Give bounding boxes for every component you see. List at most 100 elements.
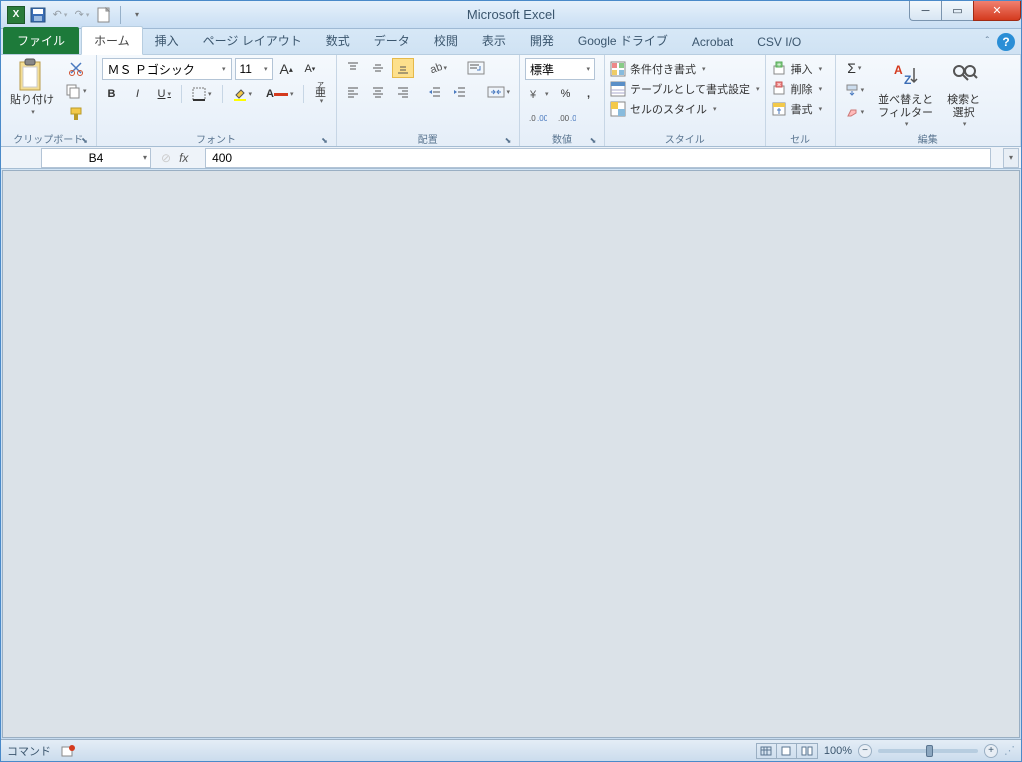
close-button[interactable]: ✕ xyxy=(973,1,1021,21)
minimize-button[interactable]: ─ xyxy=(909,1,941,21)
number-launcher-icon[interactable]: ⬊ xyxy=(587,134,599,146)
resize-grip-icon[interactable]: ⋰ xyxy=(1004,744,1015,757)
align-middle-button[interactable] xyxy=(367,58,389,78)
font-launcher-icon[interactable]: ⬊ xyxy=(319,134,331,146)
find-select-button[interactable]: 検索と 選択▾ xyxy=(943,58,984,131)
percent-button[interactable]: % xyxy=(556,84,576,104)
tab-acrobat[interactable]: Acrobat xyxy=(680,30,745,54)
zoom-out-button[interactable]: − xyxy=(858,744,872,758)
page-layout-view-button[interactable] xyxy=(777,744,797,758)
comma-button[interactable]: , xyxy=(579,84,599,104)
svg-text:.0: .0 xyxy=(529,114,536,123)
tab-developer[interactable]: 開発 xyxy=(518,27,566,54)
group-editing: Σ▾ ▾ ▾ AZ 並べ替えと フィルター▾ 検索と 選択▾ 編集 xyxy=(836,55,1021,146)
zoom-level[interactable]: 100% xyxy=(824,745,852,757)
accounting-format-button[interactable]: ¥▾ xyxy=(525,84,553,104)
fill-button[interactable]: ▾ xyxy=(841,80,869,100)
font-size-combo[interactable]: 11▾ xyxy=(235,58,273,80)
name-box[interactable]: B4 ▾ xyxy=(41,148,151,168)
paste-button[interactable]: 貼り付け ▾ xyxy=(6,58,58,119)
zoom-in-button[interactable]: + xyxy=(984,744,998,758)
autosum-button[interactable]: Σ▾ xyxy=(841,58,869,78)
tab-home[interactable]: ホーム xyxy=(81,26,143,55)
maximize-button[interactable]: ▭ xyxy=(941,1,973,21)
tab-formulas[interactable]: 数式 xyxy=(314,27,362,54)
cells-label: セル xyxy=(790,131,810,146)
help-button[interactable]: ? xyxy=(997,33,1015,51)
alignment-label: 配置 xyxy=(418,131,438,146)
align-left-button[interactable] xyxy=(342,82,364,102)
delete-cells-button[interactable]: × 削除▾ xyxy=(771,80,823,98)
tab-data[interactable]: データ xyxy=(362,27,422,54)
formula-expand-icon[interactable]: ▾ xyxy=(1003,148,1019,168)
merge-center-button[interactable]: ▾ xyxy=(483,82,515,102)
format-as-table-button[interactable]: テーブルとして書式設定▾ xyxy=(610,80,760,98)
underline-button[interactable]: U▾ xyxy=(154,84,175,104)
group-font: ＭＳ Ｐゴシック▾ 11▾ A▴ A▾ B I U▾ ▾ ▾ A▾ ア亜▾ xyxy=(97,55,337,146)
align-top-button[interactable] xyxy=(342,58,364,78)
fill-color-button[interactable]: ▾ xyxy=(229,84,257,104)
format-cells-button[interactable]: 書式▾ xyxy=(771,100,823,118)
quick-access-toolbar: X ↶▾ ↷▾ ▾ xyxy=(1,6,146,24)
orientation-button[interactable]: ab▾ xyxy=(424,58,452,78)
qat-customize-icon[interactable]: ▾ xyxy=(128,6,146,24)
svg-text:ab: ab xyxy=(428,61,441,75)
tab-csv-io[interactable]: CSV I/O xyxy=(745,30,813,54)
format-painter-button[interactable] xyxy=(61,104,91,124)
window-controls: ─ ▭ ✕ xyxy=(909,1,1021,21)
tab-review[interactable]: 校閲 xyxy=(422,27,470,54)
decrease-indent-button[interactable] xyxy=(424,82,446,102)
font-label: フォント xyxy=(196,131,236,146)
minimize-ribbon-icon[interactable]: ˆ xyxy=(986,33,989,51)
zoom-slider[interactable] xyxy=(878,749,978,753)
decrease-font-button[interactable]: A▾ xyxy=(300,59,320,79)
border-button[interactable]: ▾ xyxy=(188,84,216,104)
bold-button[interactable]: B xyxy=(102,84,122,104)
group-styles: 条件付き書式▾ テーブルとして書式設定▾ セルのスタイル▾ スタイル xyxy=(605,55,766,146)
wrap-text-button[interactable] xyxy=(463,58,489,78)
excel-window: X ↶▾ ↷▾ ▾ Microsoft Excel ─ ▭ ✕ ファイル ホーム… xyxy=(0,0,1022,762)
align-bottom-button[interactable] xyxy=(392,58,414,78)
title-bar: X ↶▾ ↷▾ ▾ Microsoft Excel ─ ▭ ✕ xyxy=(1,1,1021,29)
formula-input[interactable]: 400 xyxy=(205,148,991,168)
tab-google-drive[interactable]: Google ドライブ xyxy=(566,27,680,54)
group-alignment: ab▾ ▾ 配置 ⬊ xyxy=(337,55,521,146)
clear-button[interactable]: ▾ xyxy=(841,102,869,122)
cell-styles-button[interactable]: セルのスタイル▾ xyxy=(610,100,717,118)
cut-button[interactable] xyxy=(61,58,91,78)
phonetic-button[interactable]: ア亜▾ xyxy=(310,84,330,104)
tab-page-layout[interactable]: ページ レイアウト xyxy=(191,27,314,54)
qat-separator xyxy=(120,6,121,24)
normal-view-button[interactable] xyxy=(757,744,777,758)
fx-button[interactable]: fx xyxy=(179,150,197,166)
alignment-launcher-icon[interactable]: ⬊ xyxy=(502,134,514,146)
increase-font-button[interactable]: A▴ xyxy=(276,59,297,79)
new-doc-icon[interactable] xyxy=(95,6,113,24)
save-icon[interactable] xyxy=(29,6,47,24)
insert-cells-button[interactable]: + 挿入▾ xyxy=(771,60,823,78)
decrease-decimal-button[interactable]: .00.0 xyxy=(554,108,580,128)
excel-icon[interactable]: X xyxy=(7,6,25,24)
tab-insert[interactable]: 挿入 xyxy=(143,27,191,54)
number-format-combo[interactable]: 標準▾ xyxy=(525,58,595,80)
align-center-button[interactable] xyxy=(367,82,389,102)
ribbon-tabs: ファイル ホーム 挿入 ページ レイアウト 数式 データ 校閲 表示 開発 Go… xyxy=(1,29,1021,55)
page-break-view-button[interactable] xyxy=(797,744,817,758)
sort-filter-button[interactable]: AZ 並べ替えと フィルター▾ xyxy=(874,58,937,131)
tab-view[interactable]: 表示 xyxy=(470,27,518,54)
macro-record-icon[interactable] xyxy=(61,744,75,758)
italic-button[interactable]: I xyxy=(128,84,148,104)
undo-button[interactable]: ↶▾ xyxy=(51,6,69,24)
increase-decimal-button[interactable]: .0.00 xyxy=(525,108,551,128)
conditional-format-button[interactable]: 条件付き書式▾ xyxy=(610,60,706,78)
font-color-button[interactable]: A▾ xyxy=(262,84,297,104)
align-right-button[interactable] xyxy=(392,82,414,102)
font-name-combo[interactable]: ＭＳ Ｐゴシック▾ xyxy=(102,58,232,80)
increase-indent-button[interactable] xyxy=(449,82,471,102)
number-label: 数値 xyxy=(552,131,572,146)
clipboard-launcher-icon[interactable]: ⬊ xyxy=(79,134,91,146)
copy-button[interactable]: ▾ xyxy=(61,81,91,101)
redo-button[interactable]: ↷▾ xyxy=(73,6,91,24)
file-tab[interactable]: ファイル xyxy=(3,27,79,54)
worksheet-area[interactable] xyxy=(2,170,1020,738)
